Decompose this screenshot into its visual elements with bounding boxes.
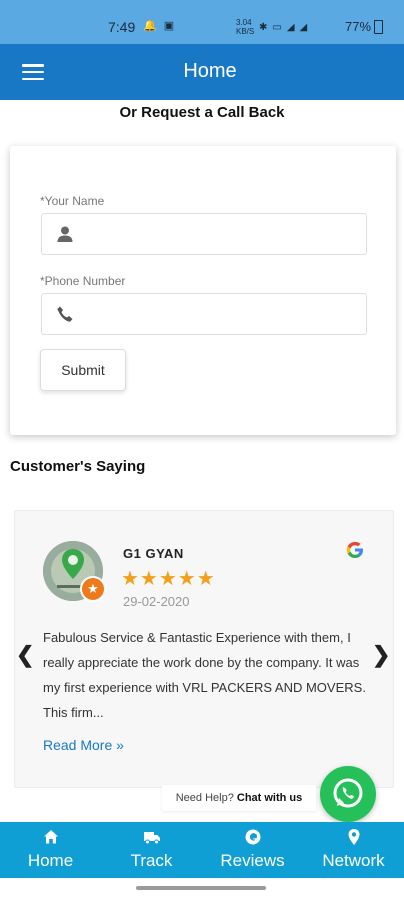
nav-item-home[interactable]: Home: [0, 822, 101, 878]
app-bar: Home: [0, 44, 404, 100]
nav-label-reviews: Reviews: [220, 851, 285, 870]
whatsapp-icon: [333, 778, 363, 808]
chat-help-label[interactable]: Need Help? Chat with us: [162, 785, 316, 811]
nav-item-reviews[interactable]: Reviews: [202, 822, 303, 878]
nav-item-track[interactable]: Track: [101, 822, 202, 878]
nav-label-track: Track: [130, 851, 173, 870]
review-card: G1 GYAN ★★★★★ 29-02-2020 Fabulous Servic…: [14, 510, 394, 788]
chevron-right-icon[interactable]: ❯: [372, 642, 390, 668]
user-icon: [57, 226, 73, 242]
callback-form-card: *Your Name *Phone Number Submit: [10, 146, 396, 435]
help-prefix: Need Help?: [175, 792, 234, 804]
status-bar: 7:49 🔔 ▣ 3.04 KB/S ✱ ▭ ◢ ◢ 77%: [0, 0, 404, 44]
phone-icon: [57, 306, 73, 322]
status-time: 7:49: [108, 19, 136, 35]
review-text: Fabulous Service & Fantastic Experience …: [43, 630, 366, 720]
nav-label-network: Network: [322, 851, 385, 870]
reviews-icon: [245, 829, 260, 845]
star-badge-icon: ★: [80, 576, 106, 602]
read-more-link[interactable]: Read More »: [43, 737, 124, 753]
page-title: Home: [183, 60, 237, 82]
volte-icon: ▭: [272, 21, 282, 33]
phone-label: *Phone Number: [40, 274, 126, 288]
home-indicator[interactable]: [136, 886, 266, 890]
battery-icon: [374, 20, 383, 34]
status-right-icons: 3.04 KB/S ✱ ▭ ◢ ◢: [236, 18, 307, 36]
review-date: 29-02-2020: [123, 594, 190, 609]
submit-button[interactable]: Submit: [40, 349, 126, 391]
callback-heading: Or Request a Call Back: [119, 104, 285, 121]
signal-icon: ◢: [286, 21, 295, 33]
whatsapp-button[interactable]: [320, 766, 376, 822]
gesture-bar: [0, 878, 404, 900]
bluetooth-icon: ✱: [259, 21, 268, 33]
nav-item-network[interactable]: Network: [303, 822, 404, 878]
home-icon: [43, 830, 58, 844]
notification-icons: 🔔 ▣: [143, 20, 177, 32]
signal-icon-2: ◢: [299, 21, 308, 33]
name-field[interactable]: [41, 213, 367, 255]
truck-icon: [143, 832, 160, 845]
google-icon: [346, 541, 363, 558]
battery-level: 77%: [345, 19, 372, 34]
rating-stars: ★★★★★: [121, 568, 216, 590]
location-pin-icon: [348, 829, 359, 845]
phone-field[interactable]: [41, 293, 367, 335]
nav-label-home: Home: [27, 851, 74, 870]
customers-heading: Customer's Saying: [10, 458, 146, 475]
help-chat-link: Chat with us: [236, 792, 303, 804]
chevron-left-icon[interactable]: ❮: [16, 642, 34, 668]
bottom-navigation: Home Track Reviews Network: [0, 822, 404, 878]
name-label: *Your Name: [40, 194, 105, 208]
reviewer-name: G1 GYAN: [123, 546, 184, 561]
network-speed: 3.04 KB/S: [236, 18, 255, 36]
